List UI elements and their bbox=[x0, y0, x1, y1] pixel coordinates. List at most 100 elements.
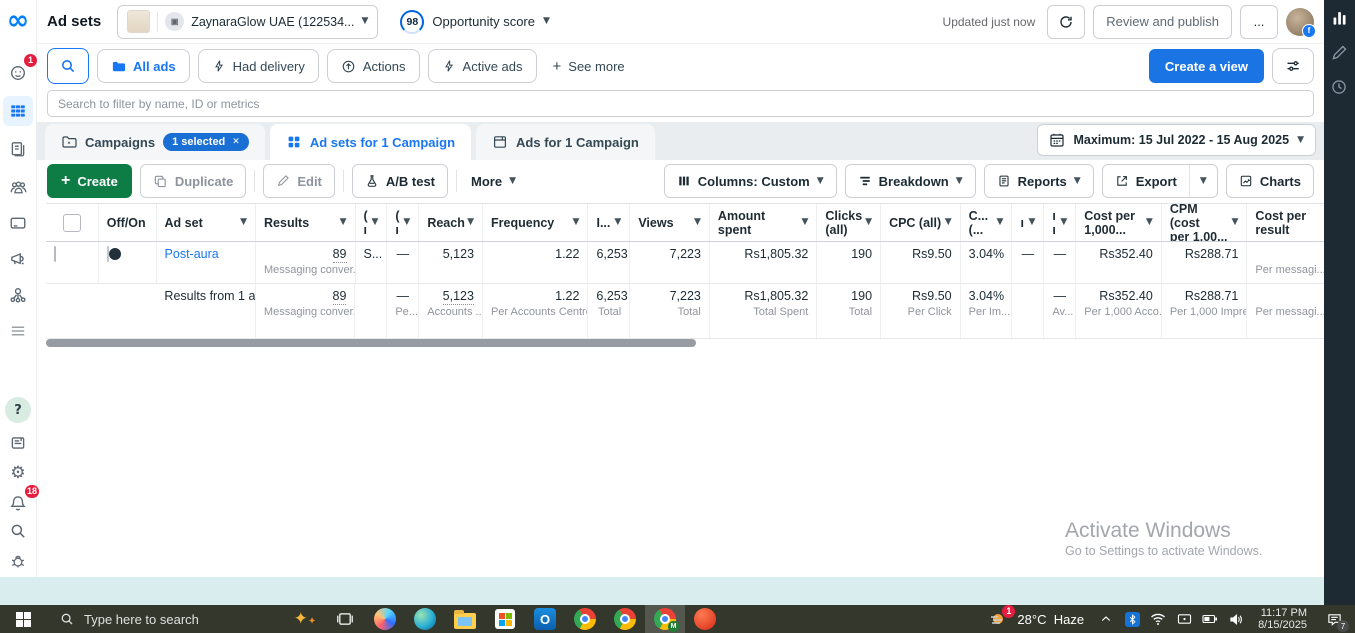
outlook-icon[interactable]: O bbox=[525, 605, 565, 633]
settings-gear-icon[interactable]: ⚙ bbox=[3, 458, 33, 488]
sort-caret-icon[interactable]: ▼ bbox=[467, 218, 474, 227]
meta-logo-icon[interactable]: ∞ bbox=[2, 2, 34, 38]
sort-caret-icon[interactable]: ▼ bbox=[1060, 218, 1067, 227]
col-frequency[interactable]: Frequency ▼ bbox=[483, 204, 589, 241]
table-row[interactable]: Post-aura 89 Messaging conver... S... — 5… bbox=[46, 242, 1332, 284]
duplicate-button[interactable]: Duplicate bbox=[139, 164, 247, 198]
assets-nav-icon[interactable] bbox=[3, 280, 33, 310]
columns-button[interactable]: Columns: Custom ▼ bbox=[663, 164, 837, 198]
task-view-button[interactable] bbox=[325, 605, 365, 633]
cast-screen-icon[interactable] bbox=[1172, 605, 1196, 633]
col-cost-per-result[interactable]: Cost per result bbox=[1247, 204, 1332, 241]
edit-pencil-icon[interactable] bbox=[1330, 44, 1349, 63]
tab-campaigns[interactable]: Campaigns 1 selected ✕ bbox=[45, 124, 265, 160]
see-more-button[interactable]: + See more bbox=[544, 49, 633, 83]
col-reach[interactable]: Reach ▼ bbox=[419, 204, 484, 241]
opportunity-score[interactable]: 98 Opportunity score ▼ bbox=[400, 9, 550, 34]
reports-button[interactable]: Reports ▼ bbox=[983, 164, 1094, 198]
export-dropdown-button[interactable]: ▼ bbox=[1188, 165, 1217, 197]
updates-icon[interactable] bbox=[3, 428, 33, 458]
search-nav-icon[interactable] bbox=[3, 516, 33, 546]
filter-chip-had-delivery[interactable]: Had delivery bbox=[197, 49, 319, 83]
sort-caret-icon[interactable]: ▼ bbox=[573, 218, 580, 227]
insights-chart-icon[interactable] bbox=[1330, 8, 1349, 27]
start-button[interactable] bbox=[0, 605, 46, 633]
wifi-icon[interactable] bbox=[1146, 605, 1170, 633]
history-clock-icon[interactable] bbox=[1330, 78, 1349, 97]
all-tools-menu-icon[interactable] bbox=[3, 316, 33, 346]
filter-chip-actions[interactable]: Actions bbox=[326, 49, 420, 83]
col-impressions[interactable]: I... ▼ bbox=[588, 204, 631, 241]
sort-caret-icon[interactable]: ▼ bbox=[371, 218, 378, 227]
row-toggle-cell[interactable] bbox=[99, 242, 157, 283]
sort-caret-icon[interactable]: ▼ bbox=[801, 218, 808, 227]
create-view-button[interactable]: Create a view bbox=[1148, 49, 1264, 83]
refresh-button[interactable] bbox=[1047, 4, 1086, 39]
account-selector[interactable]: ▣ ZaynaraGlow UAE (122534... ▼ bbox=[117, 4, 379, 39]
col-cpm[interactable]: CPM (cost per 1,00... ▼ bbox=[1162, 204, 1248, 241]
sort-caret-icon[interactable]: ▼ bbox=[614, 218, 621, 227]
account-overview-icon[interactable]: 1 bbox=[3, 54, 37, 88]
billing-nav-icon[interactable] bbox=[3, 208, 33, 238]
chrome-icon[interactable] bbox=[565, 605, 605, 633]
horizontal-scrollbar-thumb[interactable] bbox=[46, 339, 696, 347]
filter-chip-all-ads[interactable]: All ads bbox=[97, 49, 190, 83]
sort-caret-icon[interactable]: ▼ bbox=[403, 218, 410, 227]
weather-widget[interactable]: 1 28°C Haze bbox=[981, 605, 1092, 628]
pinned-app-icon[interactable] bbox=[685, 605, 725, 633]
sort-caret-icon[interactable]: ▼ bbox=[1028, 218, 1035, 227]
close-icon[interactable]: ✕ bbox=[232, 137, 240, 147]
col-cost-per-1000[interactable]: Cost per 1,000... ▼ bbox=[1076, 204, 1162, 241]
sort-caret-icon[interactable]: ▼ bbox=[1146, 218, 1153, 227]
search-input[interactable] bbox=[47, 90, 1314, 117]
report-bug-icon[interactable] bbox=[3, 546, 33, 576]
col-views[interactable]: Views ▼ bbox=[630, 204, 710, 241]
copilot-sparkle-icon[interactable]: ✦✦ bbox=[285, 605, 325, 633]
col-truncated-2[interactable]: (ı ▼ bbox=[387, 204, 420, 241]
col-cpc[interactable]: CPC (all) ▼ bbox=[881, 204, 961, 241]
off-on-toggle[interactable] bbox=[106, 246, 121, 262]
taskbar-search[interactable]: Type here to search bbox=[46, 612, 285, 627]
ab-test-button[interactable]: A/B test bbox=[351, 164, 449, 198]
sort-caret-icon[interactable]: ▼ bbox=[340, 218, 347, 227]
sort-caret-icon[interactable]: ▼ bbox=[694, 218, 701, 227]
selected-filter-badge[interactable]: 1 selected ✕ bbox=[163, 133, 249, 151]
chrome-icon-2[interactable] bbox=[605, 605, 645, 633]
chrome-active-window-icon[interactable]: M bbox=[645, 605, 685, 633]
sort-caret-icon[interactable]: ▼ bbox=[997, 218, 1004, 227]
edge-browser-icon[interactable] bbox=[405, 605, 445, 633]
col-results[interactable]: Results ▼ bbox=[256, 204, 356, 241]
file-explorer-icon[interactable] bbox=[445, 605, 485, 633]
notifications-bell-icon[interactable]: 18 bbox=[3, 485, 39, 518]
show-hidden-icons-chevron[interactable] bbox=[1094, 605, 1118, 633]
adset-link[interactable]: Post-aura bbox=[165, 246, 247, 262]
select-all-checkbox[interactable] bbox=[62, 213, 81, 232]
col-truncated-4[interactable]: ı ı ▼ bbox=[1044, 204, 1077, 241]
breakdown-button[interactable]: Breakdown ▼ bbox=[844, 164, 976, 198]
sort-caret-icon[interactable]: ▼ bbox=[945, 218, 952, 227]
ads-reporting-nav-icon[interactable] bbox=[3, 244, 33, 274]
col-ctr[interactable]: C... (... ▼ bbox=[961, 204, 1013, 241]
charts-button[interactable]: Charts bbox=[1225, 164, 1314, 198]
pages-nav-icon[interactable] bbox=[3, 134, 33, 164]
sort-caret-icon[interactable]: ▼ bbox=[240, 218, 247, 227]
filter-chip-active-ads[interactable]: Active ads bbox=[427, 49, 537, 83]
col-ad-set[interactable]: Ad set ▼ bbox=[157, 204, 257, 241]
select-all-cell[interactable] bbox=[46, 204, 99, 241]
battery-icon[interactable] bbox=[1198, 605, 1222, 633]
microsoft-store-icon[interactable] bbox=[485, 605, 525, 633]
tab-ads[interactable]: Ads for 1 Campaign bbox=[476, 124, 655, 160]
review-publish-button[interactable]: Review and publish bbox=[1093, 4, 1232, 39]
campaigns-nav-icon[interactable] bbox=[3, 96, 33, 126]
copilot-app-icon[interactable] bbox=[365, 605, 405, 633]
filter-search-button[interactable] bbox=[47, 48, 89, 84]
more-menu-button[interactable]: More ▼ bbox=[465, 174, 522, 189]
tab-adsets[interactable]: Ad sets for 1 Campaign bbox=[269, 124, 472, 160]
create-button[interactable]: + Create bbox=[47, 164, 132, 198]
col-truncated-3[interactable]: ı ▼ bbox=[1012, 204, 1045, 241]
volume-icon[interactable] bbox=[1224, 605, 1248, 633]
sort-caret-icon[interactable]: ▼ bbox=[865, 218, 872, 227]
help-icon[interactable]: ? bbox=[3, 395, 33, 425]
sort-caret-icon[interactable]: ▼ bbox=[1232, 218, 1239, 227]
row-select-cell[interactable] bbox=[46, 242, 99, 283]
